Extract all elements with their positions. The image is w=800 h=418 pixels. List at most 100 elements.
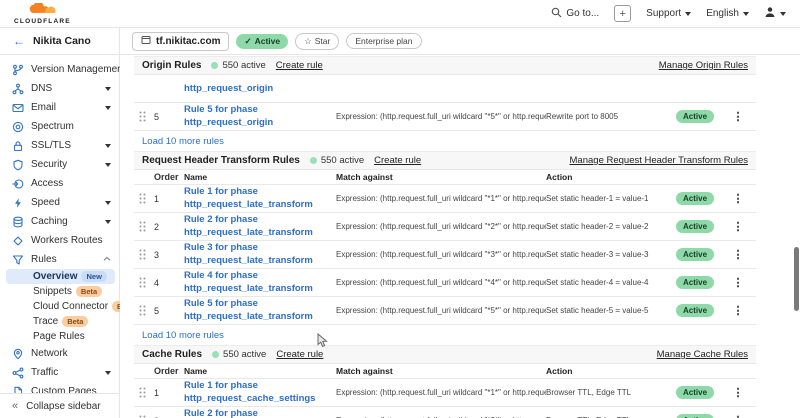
sidebar-item-trace[interactable]: TraceBeta: [0, 314, 119, 329]
sidebar-item-email[interactable]: Email: [0, 98, 119, 117]
scrollbar-thumb[interactable]: [794, 247, 799, 311]
sidebar-item-page-rules[interactable]: Page Rules: [0, 329, 119, 344]
user-icon: [764, 6, 776, 21]
drag-handle-icon[interactable]: [139, 249, 146, 260]
sidebar-item-ssl-tls[interactable]: SSL/TLS: [0, 136, 119, 155]
sidebar-item-label: Speed: [31, 197, 60, 208]
sidebar-item-security[interactable]: Security: [0, 155, 119, 174]
goto-label: Go to...: [566, 8, 599, 19]
section-title: Origin Rules: [142, 60, 201, 71]
sidebar-item-dns[interactable]: DNS: [0, 79, 119, 98]
sidebar-item-label: Access: [31, 178, 63, 189]
drag-handle-icon[interactable]: [139, 111, 146, 122]
table-row-partial: http_request_origin: [134, 75, 756, 103]
rule-name-link[interactable]: Rule 5 for phasehttp_request_late_transf…: [184, 298, 336, 323]
sidebar-item-snippets[interactable]: SnippetsBeta: [0, 284, 119, 299]
rule-action: Set static header-5 = value-5: [546, 306, 676, 315]
sidebar-item-workers-routes[interactable]: Workers Routes: [0, 231, 119, 250]
rule-order: 2: [150, 222, 184, 232]
chevron-down-icon: [685, 12, 691, 16]
sidebar-item-rules[interactable]: Rules: [0, 250, 119, 269]
rule-name-link[interactable]: Rule 2 for phasehttp_request_late_transf…: [184, 214, 336, 239]
sidebar-item-caching[interactable]: Caching: [0, 212, 119, 231]
rule-match-expression: Expression: (http.request.full_uri wildc…: [336, 388, 546, 397]
manage-rules-link[interactable]: Manage Request Header Transform Rules: [570, 155, 748, 166]
active-status-dot: [310, 157, 317, 164]
rule-name-link[interactable]: Rule 4 for phasehttp_request_late_transf…: [184, 270, 336, 295]
load-more-rules-link[interactable]: Load 10 more rules: [134, 133, 756, 149]
rule-name-link[interactable]: Rule 3 for phasehttp_request_late_transf…: [184, 242, 336, 267]
kebab-menu-icon[interactable]: ⋮: [733, 110, 744, 123]
topnav-actions: Go to... + Support English: [551, 5, 786, 22]
status-badge: Active: [676, 276, 714, 289]
sidebar-item-speed[interactable]: Speed: [0, 193, 119, 212]
star-button[interactable]: ☆ Star: [295, 33, 339, 50]
sidebar-item-traffic[interactable]: Traffic: [0, 363, 119, 382]
sidebar-item-label: Page Rules: [33, 331, 85, 342]
drag-handle-icon[interactable]: [139, 193, 146, 204]
rule-name-line1: Rule 2 for phase: [184, 408, 336, 418]
kebab-menu-icon[interactable]: ⋮: [733, 414, 744, 418]
drag-handle-icon[interactable]: [139, 221, 146, 232]
rule-name-link[interactable]: Rule 5 for phasehttp_request_origin: [184, 104, 336, 129]
kebab-menu-icon[interactable]: ⋮: [733, 276, 744, 289]
kebab-menu-icon[interactable]: ⋮: [733, 386, 744, 399]
create-rule-link[interactable]: Create rule: [374, 155, 421, 166]
rule-name-line1: Rule 2 for phase: [184, 214, 336, 226]
kebab-menu-icon[interactable]: ⋮: [733, 192, 744, 205]
rule-match-expression: Expression: (http.request.full_uri wildc…: [336, 250, 546, 259]
kebab-menu-icon[interactable]: ⋮: [733, 248, 744, 261]
language-menu[interactable]: English: [706, 8, 749, 19]
column-header-order: Order: [150, 172, 184, 182]
kebab-menu-icon[interactable]: ⋮: [733, 304, 744, 317]
user-menu[interactable]: [764, 6, 786, 21]
chevron-down-icon: [105, 87, 111, 91]
cloudflare-cloud-icon: [27, 2, 57, 18]
drag-handle-icon[interactable]: [139, 387, 146, 398]
domain-selector[interactable]: tf.nikitac.com: [132, 32, 229, 51]
sidebar-item-network[interactable]: Network: [0, 344, 119, 363]
goto-search[interactable]: Go to...: [551, 7, 599, 21]
sidebar-item-label: SSL/TLS: [31, 140, 71, 151]
support-menu[interactable]: Support: [646, 8, 691, 19]
rule-order: 3: [150, 250, 184, 260]
collapse-sidebar-button[interactable]: «Collapse sidebar: [0, 393, 119, 418]
add-site-button[interactable]: +: [614, 5, 631, 22]
sidebar-item-overview[interactable]: OverviewNew: [6, 269, 115, 284]
drag-handle-icon[interactable]: [139, 305, 146, 316]
section-header-cache-rules: Cache Rules550 activeCreate ruleManage C…: [134, 345, 756, 364]
rule-name-line1: Rule 1 for phase: [184, 380, 336, 392]
rule-name-link[interactable]: Rule 1 for phasehttp_request_cache_setti…: [184, 380, 336, 405]
create-rule-link[interactable]: Create rule: [276, 60, 323, 71]
manage-rules-link[interactable]: Manage Cache Rules: [657, 349, 748, 360]
rule-name-link[interactable]: http_request_origin: [184, 83, 336, 94]
rule-name-line2: http_request_late_transform: [184, 311, 336, 323]
rule-name-line2: http_request_cache_settings: [184, 393, 336, 405]
domain-name: tf.nikitac.com: [156, 36, 220, 47]
active-count: 550 active: [222, 60, 265, 71]
sidebar-item-version-management[interactable]: Version Management: [0, 60, 119, 79]
rule-name-line1: Rule 5 for phase: [184, 104, 336, 116]
status-badge: Active: [676, 304, 714, 317]
rule-name-link[interactable]: Rule 2 for phasehttp_request_cache_setti…: [184, 408, 336, 418]
load-more-rules-link[interactable]: Load 10 more rules: [134, 327, 756, 343]
manage-rules-link[interactable]: Manage Origin Rules: [659, 60, 748, 71]
check-icon: ✓: [244, 36, 251, 47]
create-rule-link[interactable]: Create rule: [276, 349, 323, 360]
site-status-badge: ✓ Active: [236, 34, 288, 49]
sidebar-item-label: Cloud Connector: [33, 301, 108, 312]
chevron-down-icon: [105, 220, 111, 224]
sidebar-item-cloud-connector[interactable]: Cloud ConnectorBeta: [0, 299, 119, 314]
sidebar-item-spectrum[interactable]: Spectrum: [0, 117, 119, 136]
kebab-menu-icon[interactable]: ⋮: [733, 220, 744, 233]
section-title: Request Header Transform Rules: [142, 155, 300, 166]
table-row: 5Rule 5 for phasehttp_request_late_trans…: [134, 297, 756, 325]
rule-name-link[interactable]: Rule 1 for phasehttp_request_late_transf…: [184, 186, 336, 211]
cloudflare-logo[interactable]: CLOUDFLARE: [14, 2, 71, 26]
chevron-up-icon: [103, 254, 111, 265]
status-badge: Active: [676, 386, 714, 399]
sidebar-item-access[interactable]: Access: [0, 174, 119, 193]
column-header-match: Match against: [336, 366, 546, 376]
back-arrow-icon[interactable]: ←: [13, 34, 25, 48]
drag-handle-icon[interactable]: [139, 277, 146, 288]
